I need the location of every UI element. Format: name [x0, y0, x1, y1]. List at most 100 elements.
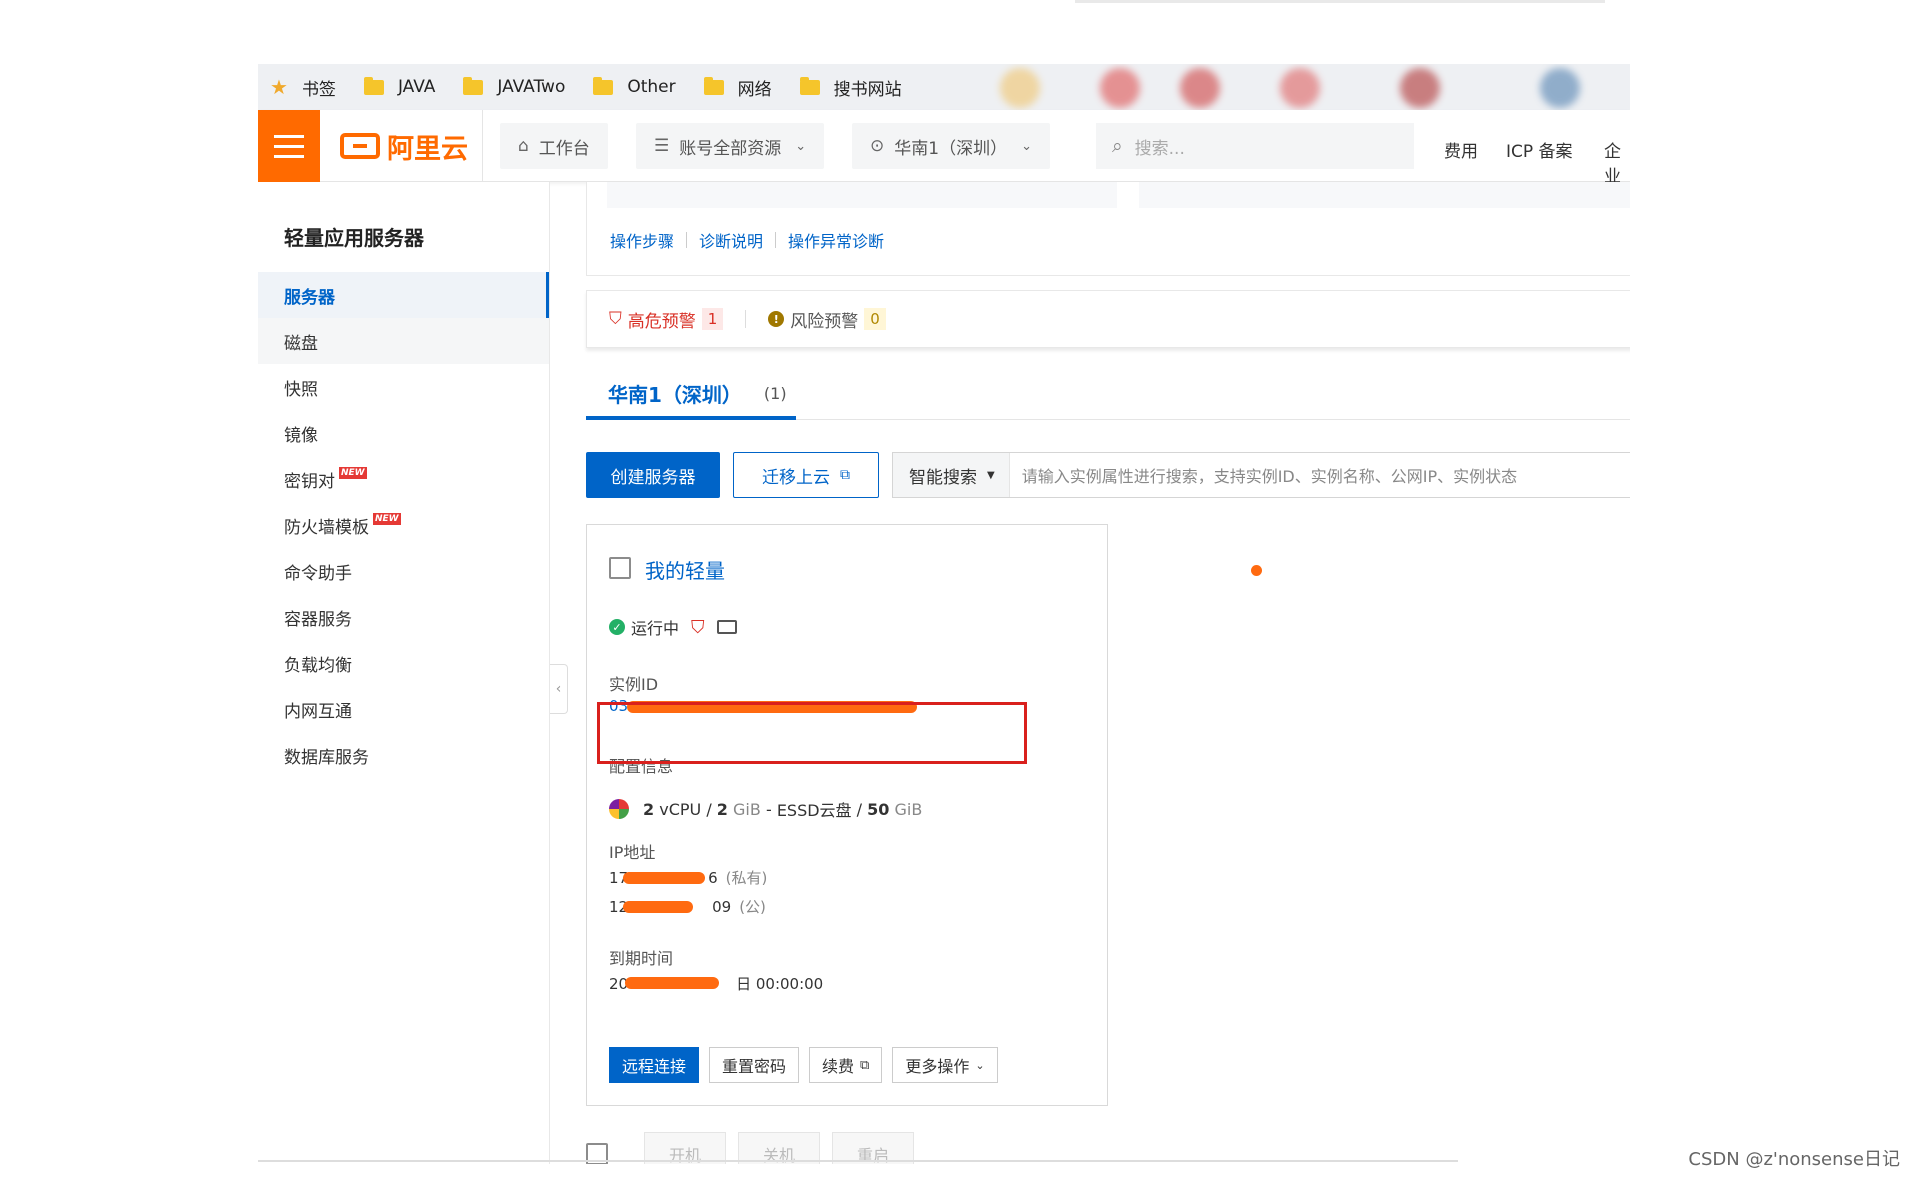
annotation-dot	[1251, 565, 1262, 576]
placeholder-block	[1139, 182, 1630, 208]
private-ip-suffix: 6	[708, 869, 718, 887]
sidebar-item-intranet[interactable]: 内网互通	[258, 686, 549, 732]
warning-icon: !	[768, 311, 785, 327]
icp-link[interactable]: ICP 备案	[1506, 137, 1573, 162]
external-link-icon: ⧉	[840, 467, 850, 483]
link-separator	[775, 232, 777, 248]
help-card: 操作步骤 诊断说明 操作异常诊断	[586, 182, 1630, 276]
instance-status: ✓ 运行中 ⛉	[609, 615, 737, 639]
workbench-button[interactable]: ⌂ 工作台	[500, 123, 608, 169]
sidebar-item-firewall-templates[interactable]: 防火墙模板 NEW	[258, 502, 549, 548]
instance-toolbar: 创建服务器 迁移上云 ⧉ 智能搜索 ▼ 请输入实例属性进行搜索，支持实例ID、实…	[586, 452, 1630, 498]
enterprise-link[interactable]: 企业	[1604, 137, 1630, 187]
new-badge: NEW	[373, 513, 401, 525]
chevron-left-icon: ‹	[555, 681, 562, 697]
check-circle-icon: ✓	[609, 619, 625, 635]
sidebar-item-database[interactable]: 数据库服务	[258, 732, 549, 778]
status-label: 运行中	[631, 619, 680, 638]
resources-dropdown[interactable]: ☰ 账号全部资源 ⌄	[636, 123, 825, 169]
sidebar-item-label: 容器服务	[284, 609, 352, 630]
risk-alert[interactable]: ! 风险预警 0	[768, 307, 886, 332]
highlight-annotation-box	[597, 702, 1027, 764]
instance-id-label: 实例ID	[609, 675, 659, 694]
disk-type: ESSD云盘	[776, 801, 852, 820]
bookmark-other[interactable]: Other	[593, 76, 676, 97]
screenshot-page: ★ 书签 JAVA JAVATwo Other 网络 搜书网站 阿里云 ⌂ 工作…	[0, 0, 1910, 1183]
bookmarks-bar: ★ 书签 JAVA JAVATwo Other 网络 搜书网站	[258, 64, 1630, 110]
tab-count: (1)	[763, 383, 787, 403]
tab-label: 华南1（深圳）	[608, 382, 742, 407]
sidebar-item-command-assistant[interactable]: 命令助手	[258, 548, 549, 594]
bookmark-label: JAVA	[397, 77, 436, 97]
ip-label: IP地址	[609, 843, 656, 862]
monitor-icon[interactable]	[716, 620, 737, 634]
bookmark-label: JAVATwo	[497, 77, 566, 97]
sidebar-item-label: 服务器	[284, 287, 335, 308]
list-icon: ☰	[654, 136, 670, 156]
renew-label: 续费	[822, 1057, 855, 1076]
instance-name-link[interactable]: 我的轻量	[645, 555, 725, 584]
chevron-down-icon: ⌄	[795, 138, 807, 154]
aliyun-logo[interactable]: 阿里云	[340, 128, 468, 165]
instance-actions: 远程连接 重置密码 续费 ⧉ 更多操作 ⌄	[609, 1047, 998, 1083]
sidebar-item-keypairs[interactable]: 密钥对 NEW	[258, 456, 549, 502]
high-risk-label: 高危预警	[627, 311, 696, 332]
sidebar-item-disks[interactable]: 磁盘	[258, 318, 549, 364]
bookmark-book-sites[interactable]: 搜书网站	[799, 75, 902, 100]
sidebar: 轻量应用服务器 服务器 磁盘 快照 镜像 密钥对 NEW 防火墙模板 NEW 命令助…	[258, 182, 550, 1164]
migrate-button[interactable]: 迁移上云 ⧉	[733, 452, 879, 498]
more-actions-label: 更多操作	[905, 1057, 970, 1076]
disk-size: 50	[867, 799, 890, 819]
diagnosis-link[interactable]: 诊断说明	[699, 228, 763, 252]
bookmark-javatwo[interactable]: JAVATwo	[463, 76, 566, 97]
smart-search-dropdown[interactable]: 智能搜索 ▼	[893, 453, 1010, 497]
aliyun-logo-icon	[340, 133, 380, 159]
sidebar-item-snapshots[interactable]: 快照	[258, 364, 549, 410]
sidebar-item-servers[interactable]: 服务器	[258, 272, 549, 318]
instance-card: 我的轻量 ✓ 运行中 ⛉ 实例ID 03 配置信息 2 vCPU / 2 GiB…	[586, 524, 1108, 1106]
region-dropdown[interactable]: ⊙ 华南1（深圳） ⌄	[852, 123, 1050, 169]
instance-search-input[interactable]: 请输入实例属性进行搜索，支持实例ID、实例名称、公网IP、实例状态	[1010, 463, 1517, 487]
folder-icon	[799, 76, 820, 95]
header-divider	[482, 110, 483, 182]
region-tabs: 华南1（深圳） (1)	[586, 370, 1630, 420]
bookmark-star[interactable]: ★ 书签	[270, 75, 336, 100]
risk-label: 风险预警	[790, 311, 859, 332]
sidebar-item-label: 数据库服务	[284, 747, 369, 768]
instance-checkbox[interactable]	[609, 557, 631, 579]
bookmark-java[interactable]: JAVA	[363, 76, 436, 97]
exception-diagnosis-link[interactable]: 操作异常诊断	[788, 228, 884, 252]
bookmark-label: 网络	[737, 79, 772, 100]
sidebar-item-label: 内网互通	[284, 701, 352, 722]
top-divider	[1075, 0, 1605, 3]
menu-line	[274, 134, 304, 138]
folder-icon	[363, 76, 384, 95]
more-actions-dropdown[interactable]: 更多操作 ⌄	[892, 1047, 998, 1083]
frame-bottom-border	[258, 1160, 1458, 1162]
home-icon: ⌂	[518, 136, 529, 156]
resources-label: 账号全部资源	[679, 138, 782, 159]
migrate-label: 迁移上云	[762, 467, 830, 488]
shield-icon[interactable]: ⛉	[691, 617, 705, 638]
header-search-input[interactable]: ⌕ 搜索...	[1096, 123, 1414, 169]
steps-link[interactable]: 操作步骤	[610, 228, 674, 252]
bookmark-network[interactable]: 网络	[703, 75, 772, 100]
sidebar-item-images[interactable]: 镜像	[258, 410, 549, 456]
sidebar-collapse-handle[interactable]: ‹	[550, 664, 568, 714]
billing-link[interactable]: 费用	[1444, 137, 1478, 162]
renew-button[interactable]: 续费 ⧉	[809, 1047, 883, 1083]
expire-suffix: 日 00:00:00	[736, 975, 824, 993]
browser-window: ★ 书签 JAVA JAVATwo Other 网络 搜书网站 阿里云 ⌂ 工作…	[258, 64, 1630, 1164]
cpu-count: 2	[643, 799, 655, 819]
sidebar-item-load-balancer[interactable]: 负载均衡	[258, 640, 549, 686]
remote-connect-button[interactable]: 远程连接	[609, 1047, 700, 1083]
caret-down-icon: ▼	[987, 469, 995, 481]
high-risk-alert[interactable]: ⛉ 高危预警 1	[609, 307, 724, 332]
reset-password-button[interactable]: 重置密码	[709, 1047, 800, 1083]
create-server-button[interactable]: 创建服务器	[586, 452, 720, 498]
hamburger-menu-button[interactable]	[258, 110, 320, 182]
bookmark-label: 搜书网站	[833, 79, 902, 100]
tab-region-shenzhen[interactable]: 华南1（深圳） (1)	[586, 370, 796, 420]
sidebar-item-container-service[interactable]: 容器服务	[258, 594, 549, 640]
private-tag: (私有)	[725, 869, 768, 887]
